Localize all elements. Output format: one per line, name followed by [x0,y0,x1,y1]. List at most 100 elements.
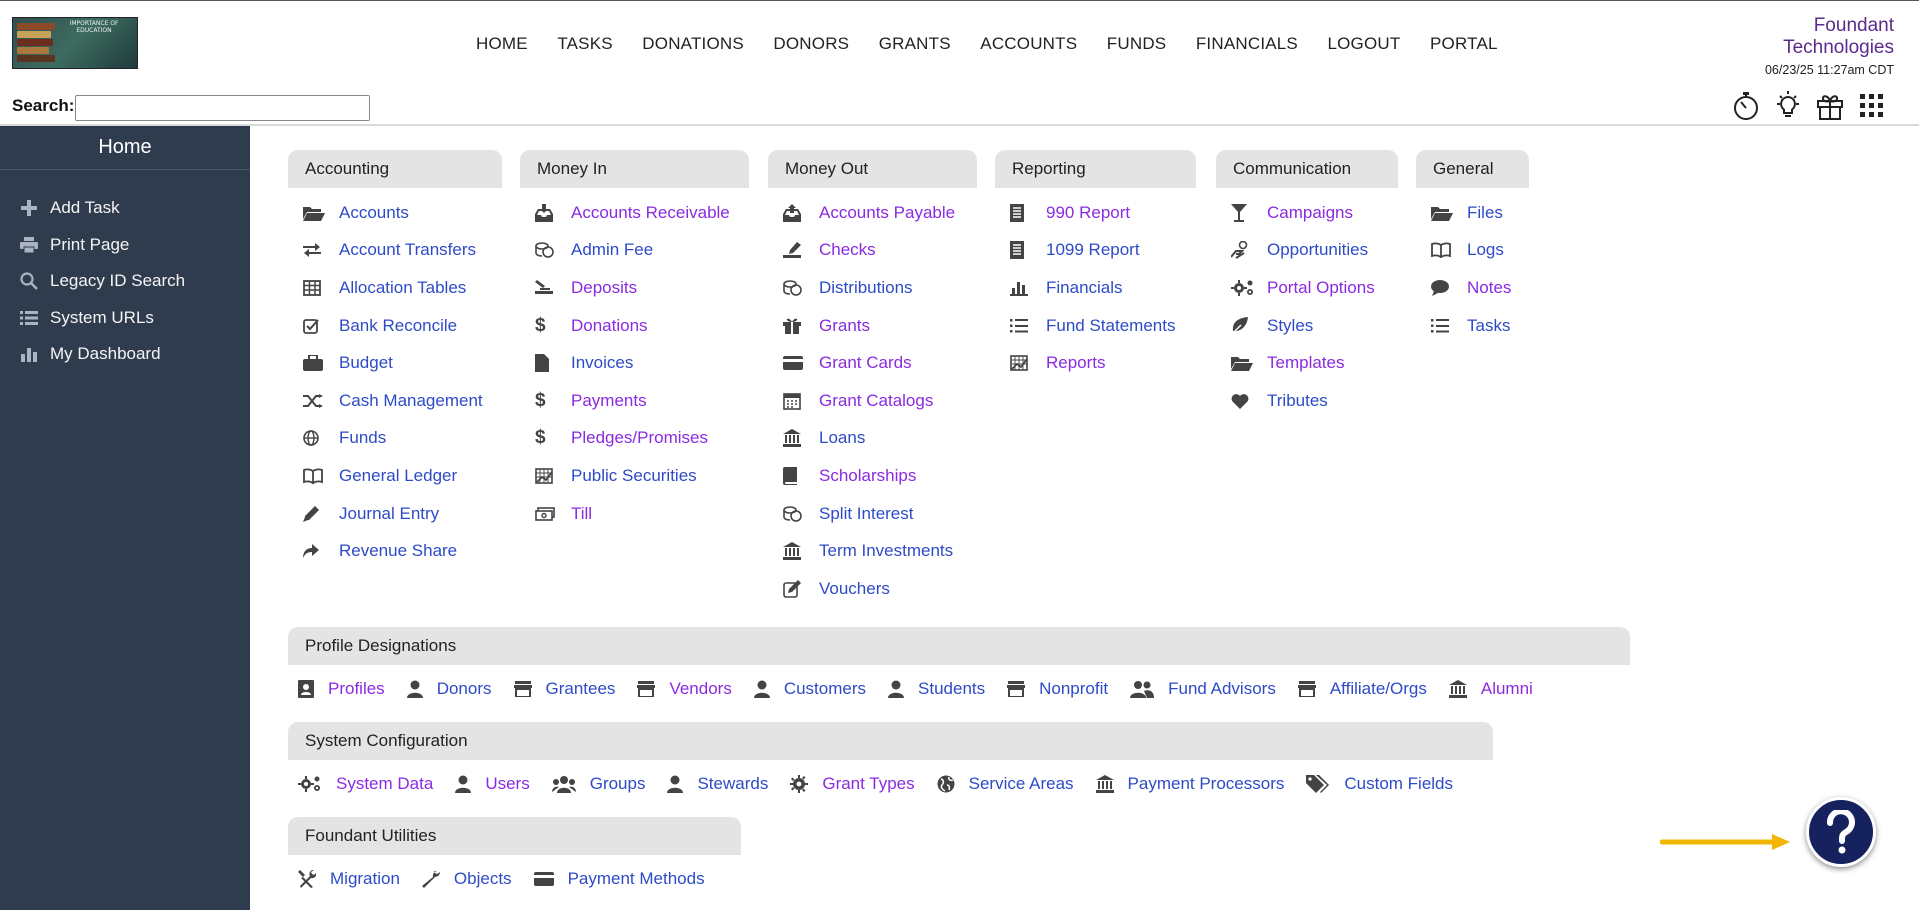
link-split-interest[interactable]: Split Interest [819,504,914,524]
link-revenue-share[interactable]: Revenue Share [339,541,457,561]
link-invoices[interactable]: Invoices [571,353,633,373]
link-accounts[interactable]: Accounts [339,203,409,223]
nav-donors[interactable]: DONORS [773,34,849,54]
link-reports[interactable]: Reports [1046,353,1106,373]
link-term-investments[interactable]: Term Investments [819,541,953,561]
link-payment-processors[interactable]: Payment Processors [1128,774,1285,794]
list-item[interactable]: Styles [1231,307,1398,345]
nav-financials[interactable]: FINANCIALS [1196,34,1298,54]
list-item[interactable]: Profiles [298,679,385,699]
list-item[interactable]: Objects [421,869,512,889]
lightbulb-icon[interactable] [1773,91,1803,121]
search-input[interactable] [75,95,370,121]
list-item[interactable]: Accounts Receivable [535,194,749,232]
link-till[interactable]: Till [571,504,592,524]
link-grantees[interactable]: Grantees [546,679,616,699]
list-item[interactable]: Grant Types [790,774,915,794]
list-item[interactable]: Fund Advisors [1130,679,1276,699]
list-item[interactable]: Tributes [1231,382,1398,420]
list-item[interactable]: Notes [1431,269,1529,307]
link-users[interactable]: Users [485,774,529,794]
link-affiliate-orgs[interactable]: Affiliate/Orgs [1330,679,1427,699]
nav-tasks[interactable]: TASKS [557,34,612,54]
list-item[interactable]: Revenue Share [303,532,502,570]
sidebar-item-system-urls[interactable]: System URLs [0,300,250,337]
apps-grid-icon[interactable] [1857,91,1887,121]
list-item[interactable]: Users [455,774,530,794]
link-journal-entry[interactable]: Journal Entry [339,504,439,524]
link-customers[interactable]: Customers [784,679,866,699]
link-alumni[interactable]: Alumni [1481,679,1533,699]
list-item[interactable]: Scholarships [783,457,977,495]
link-accounts-payable[interactable]: Accounts Payable [819,203,955,223]
list-item[interactable]: Migration [298,869,400,889]
link-scholarships[interactable]: Scholarships [819,466,916,486]
link-accounts-receivable[interactable]: Accounts Receivable [571,203,730,223]
nav-donations[interactable]: DONATIONS [642,34,744,54]
list-item[interactable]: $ Donations [535,307,749,345]
list-item[interactable]: Cash Management [303,382,502,420]
link-opportunities[interactable]: Opportunities [1267,240,1368,260]
list-item[interactable]: Groups [551,774,645,794]
list-item[interactable]: Journal Entry [303,495,502,533]
link-students[interactable]: Students [918,679,985,699]
list-item[interactable]: Vendors [637,679,732,699]
sidebar-item-my-dashboard[interactable]: My Dashboard [0,336,250,373]
list-item[interactable]: Allocation Tables [303,269,502,307]
list-item[interactable]: Payment Processors [1095,774,1285,794]
link-fund-advisors[interactable]: Fund Advisors [1168,679,1276,699]
nav-funds[interactable]: FUNDS [1107,34,1167,54]
list-item[interactable]: Logs [1431,232,1529,270]
link-notes[interactable]: Notes [1467,278,1511,298]
link-portal-options[interactable]: Portal Options [1267,278,1375,298]
link-grant-types[interactable]: Grant Types [822,774,914,794]
link-990-report[interactable]: 990 Report [1046,203,1130,223]
list-item[interactable]: Affiliate/Orgs [1297,679,1427,699]
link-grant-cards[interactable]: Grant Cards [819,353,912,373]
list-item[interactable]: Campaigns [1231,194,1398,232]
list-item[interactable]: Service Areas [937,774,1074,794]
link-fund-statements[interactable]: Fund Statements [1046,316,1175,336]
link-funds[interactable]: Funds [339,428,386,448]
list-item[interactable]: Fund Statements [1010,307,1196,345]
list-item[interactable]: Grantees [513,679,616,699]
link-distributions[interactable]: Distributions [819,278,913,298]
list-item[interactable]: Split Interest [783,495,977,533]
list-item[interactable]: Invoices [535,344,749,382]
list-item[interactable]: Students [888,679,985,699]
link-checks[interactable]: Checks [819,240,876,260]
link-nonprofit[interactable]: Nonprofit [1039,679,1108,699]
list-item[interactable]: Term Investments [783,532,977,570]
list-item[interactable]: Till [535,495,749,533]
link-tributes[interactable]: Tributes [1267,391,1328,411]
list-item[interactable]: Tasks [1431,307,1529,345]
list-item[interactable]: Files [1431,194,1529,232]
list-item[interactable]: Funds [303,420,502,458]
logo[interactable]: IMPORTANCE OF EDUCATION [12,17,138,69]
link-budget[interactable]: Budget [339,353,393,373]
list-item[interactable]: Stewards [667,774,768,794]
link-donors[interactable]: Donors [437,679,492,699]
list-item[interactable]: Donors [406,679,492,699]
link-bank-reconcile[interactable]: Bank Reconcile [339,316,457,336]
list-item[interactable]: Nonprofit [1007,679,1108,699]
list-item[interactable]: Customers [753,679,866,699]
list-item[interactable]: 990 Report [1010,194,1196,232]
link-donations[interactable]: Donations [571,316,648,336]
list-item[interactable]: Accounts [303,194,502,232]
link-general-ledger[interactable]: General Ledger [339,466,457,486]
sidebar-item-print-page[interactable]: Print Page [0,227,250,264]
link-public-securities[interactable]: Public Securities [571,466,697,486]
list-item[interactable]: $ Pledges/Promises [535,420,749,458]
list-item[interactable]: Loans [783,420,977,458]
list-item[interactable]: Checks [783,232,977,270]
list-item[interactable]: Deposits [535,269,749,307]
link-grant-catalogs[interactable]: Grant Catalogs [819,391,933,411]
nav-grants[interactable]: GRANTS [879,34,951,54]
list-item[interactable]: Grant Catalogs [783,382,977,420]
list-item[interactable]: Alumni [1448,679,1533,699]
sidebar-item-legacy-id-search[interactable]: Legacy ID Search [0,263,250,300]
list-item[interactable]: Accounts Payable [783,194,977,232]
list-item[interactable]: Payment Methods [533,869,705,889]
link-logs[interactable]: Logs [1467,240,1504,260]
